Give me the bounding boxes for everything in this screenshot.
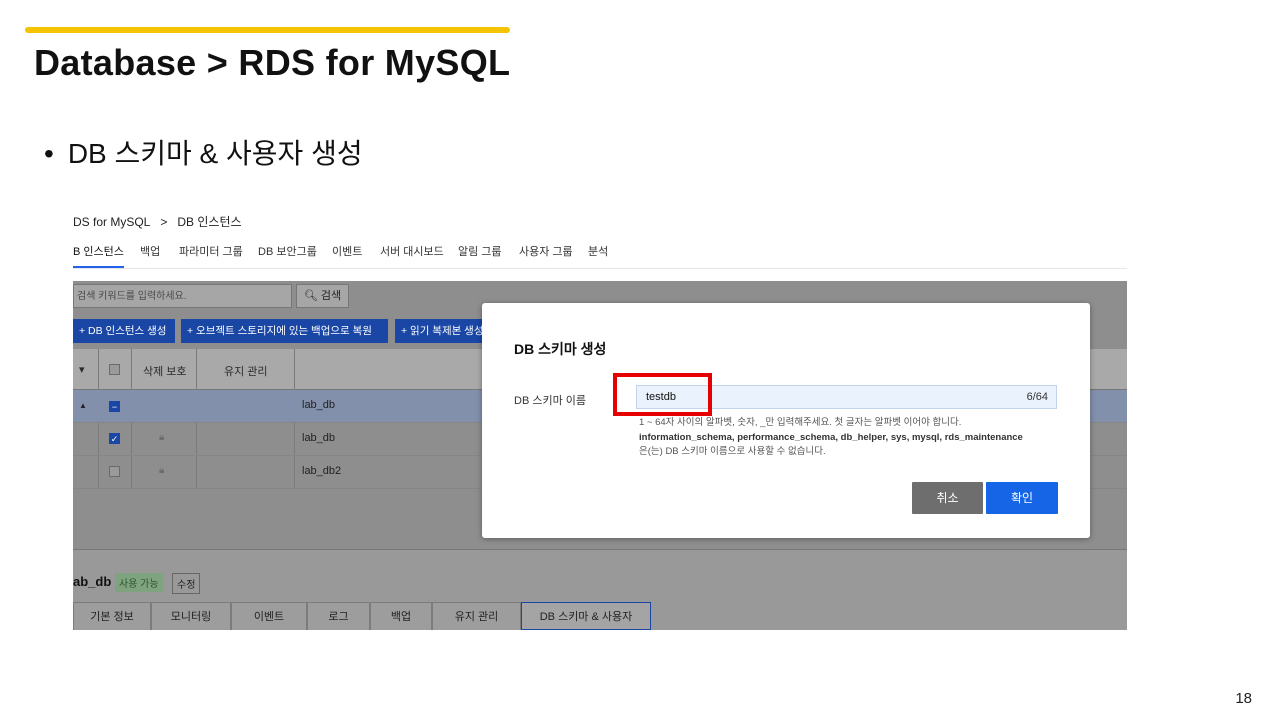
create-instance-button[interactable]: + DB 인스턴스 생성 bbox=[73, 319, 175, 343]
breadcrumb-current: DB 인스턴스 bbox=[177, 215, 242, 229]
instance-name[interactable]: lab_db bbox=[302, 399, 335, 411]
detail-instance-name: ab_db bbox=[73, 574, 112, 589]
help-reserved-names: information_schema, performance_schema, … bbox=[639, 431, 1023, 443]
create-schema-dialog: DB 스키마 생성 DB 스키마 이름 testdb 6/64 1 ~ 64자 … bbox=[482, 303, 1090, 538]
detail-tab-logs[interactable]: 로그 bbox=[307, 602, 370, 630]
slide-title: Database > RDS for MySQL bbox=[34, 42, 511, 83]
search-input[interactable]: 검색 키워드를 입력하세요. bbox=[73, 284, 292, 308]
collapse-icon[interactable]: ▲ bbox=[79, 401, 87, 410]
restore-from-object-storage-button[interactable]: + 오브젝트 스토리지에 있는 백업으로 복원 bbox=[181, 319, 388, 343]
header-maintenance: 유지 관리 bbox=[224, 366, 268, 378]
sort-icon[interactable]: ▾ bbox=[79, 363, 85, 376]
create-read-replica-button[interactable]: + 읽기 복제본 생성 bbox=[395, 319, 482, 343]
row-checkbox[interactable]: ✓ bbox=[109, 433, 120, 444]
edit-button[interactable]: 수정 bbox=[172, 573, 201, 594]
tab-user-group[interactable]: 사용자 그룹 bbox=[519, 243, 573, 259]
highlight-box bbox=[613, 373, 712, 416]
search-button[interactable]: 🔍︎ 검색 bbox=[296, 284, 349, 308]
cancel-button[interactable]: 취소 bbox=[912, 482, 983, 514]
breadcrumb-separator: > bbox=[160, 215, 168, 229]
bullet-item: • DB 스키마 & 사용자 생성 bbox=[44, 132, 363, 172]
detail-tab-maintenance[interactable]: 유지 관리 bbox=[432, 602, 521, 630]
tab-db-instances[interactable]: B 인스턴스 bbox=[73, 243, 124, 268]
tab-notification-group[interactable]: 알림 그룹 bbox=[458, 243, 502, 259]
bullet-text: DB 스키마 & 사용자 생성 bbox=[67, 138, 363, 169]
bullet-dot: • bbox=[44, 138, 54, 169]
character-counter: 6/64 bbox=[1026, 391, 1048, 403]
service-tabs: B 인스턴스 백업 파라미터 그룹 DB 보안그룹 이벤트 서버 대시보드 알림… bbox=[73, 243, 1127, 269]
detail-tab-monitoring[interactable]: 모니터링 bbox=[151, 602, 231, 630]
search-icon: 🔍︎ bbox=[303, 290, 318, 302]
instance-detail-panel: ab_db 사용 가능 수정 기본 정보 모니터링 이벤트 로그 백업 유지 관… bbox=[73, 549, 1127, 630]
detail-tab-schema-users[interactable]: DB 스키마 & 사용자 bbox=[521, 602, 651, 630]
tab-server-dashboard[interactable]: 서버 대시보드 bbox=[380, 243, 444, 259]
page-number: 18 bbox=[1235, 690, 1252, 707]
detail-tab-events[interactable]: 이벤트 bbox=[231, 602, 307, 630]
detail-tab-backup[interactable]: 백업 bbox=[370, 602, 432, 630]
instance-name[interactable]: lab_db bbox=[302, 432, 335, 444]
row-checkbox[interactable] bbox=[109, 466, 120, 477]
select-all-checkbox[interactable] bbox=[109, 364, 120, 375]
detail-tab-basic-info[interactable]: 기본 정보 bbox=[73, 602, 151, 630]
tab-backup[interactable]: 백업 bbox=[140, 243, 160, 259]
lock-icon: 🔒︎ bbox=[159, 465, 165, 476]
header-delete-protect: 삭제 보호 bbox=[143, 366, 187, 378]
confirm-button[interactable]: 확인 bbox=[986, 482, 1058, 514]
help-reserved-note: 은(는) DB 스키마 이름으로 사용할 수 없습니다. bbox=[639, 446, 826, 457]
tab-events[interactable]: 이벤트 bbox=[332, 243, 362, 259]
lock-icon: 🔒︎ bbox=[159, 432, 165, 443]
instance-name[interactable]: lab_db2 bbox=[302, 465, 341, 477]
breadcrumb-service[interactable]: DS for MySQL bbox=[73, 215, 150, 229]
tab-parameter-group[interactable]: 파라미터 그룹 bbox=[179, 243, 243, 259]
help-rule: 1 ~ 64자 사이의 알파벳, 숫자, _만 입력해주세요. 첫 글자는 알파… bbox=[639, 417, 962, 428]
search-button-label: 검색 bbox=[320, 290, 342, 302]
schema-name-label: DB 스키마 이름 bbox=[514, 395, 586, 407]
tab-security-group[interactable]: DB 보안그룹 bbox=[258, 243, 317, 259]
title-accent-bar bbox=[25, 27, 510, 33]
breadcrumb: DS for MySQL > DB 인스턴스 bbox=[73, 213, 242, 230]
dialog-title: DB 스키마 생성 bbox=[514, 341, 607, 357]
schema-name-help: 1 ~ 64자 사이의 알파벳, 숫자, _만 입력해주세요. 첫 글자는 알파… bbox=[639, 416, 1069, 460]
tab-analysis[interactable]: 분석 bbox=[588, 243, 608, 259]
row-checkbox[interactable]: − bbox=[109, 401, 120, 412]
status-badge: 사용 가능 bbox=[115, 573, 163, 592]
